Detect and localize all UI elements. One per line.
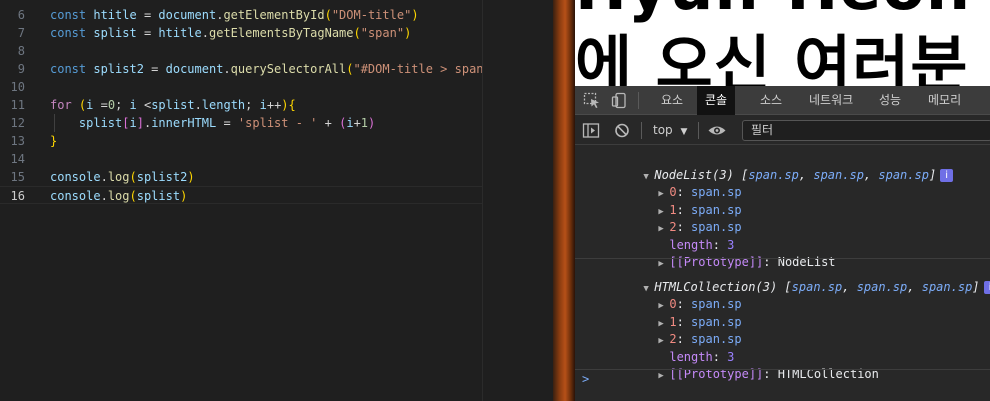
page-heading-line-1: Hyun-Heon Page에	[575, 0, 990, 23]
object-entry[interactable]: ▶ 0: span.sp	[615, 279, 741, 311]
message-separator	[575, 369, 990, 370]
line-number: 9	[17, 62, 25, 76]
console-toolbar: top ▼ 필터	[575, 116, 990, 145]
preview-item: span.sp	[878, 168, 929, 182]
length-entry: length: 3	[669, 237, 735, 252]
object-entry[interactable]: ▶ 1: span.sp	[615, 297, 741, 329]
tab-performance[interactable]: 성능	[871, 86, 909, 115]
tab-separator	[638, 92, 639, 109]
console-output: ▼ NodeList(3) [span.sp, span.sp, span.sp]…	[575, 146, 990, 401]
page-preview: Hyun-Heon Page에 에 오신 여러분	[575, 0, 990, 86]
tab-sources[interactable]: 소스	[752, 86, 790, 115]
code-line[interactable]: 10	[0, 78, 482, 96]
code-line[interactable]: 8	[0, 42, 482, 60]
object-entry[interactable]: ▶ 2: span.sp	[615, 314, 741, 346]
page-heading-line-2: 에 오신 여러분	[575, 28, 969, 87]
code-line[interactable]: 11 for (i =0; i <splist.length; i++){	[0, 96, 482, 114]
preview-item: span.sp	[813, 168, 864, 182]
line-number: 10	[10, 80, 25, 94]
object-entry[interactable]: ▶ 0: span.sp	[615, 167, 741, 199]
editor-empty-area	[483, 0, 553, 401]
console-prompt-input[interactable]: >	[582, 372, 589, 386]
code-text: console.log(splist)	[50, 189, 188, 203]
context-label: top	[653, 123, 673, 137]
toolbar-separator	[698, 122, 699, 139]
prototype-entry[interactable]: ▶ [[Prototype]]: HTMLCollection	[615, 349, 879, 381]
console-object-header[interactable]: ▼ HTMLCollection(3) [span.sp, span.sp, sp…	[600, 262, 990, 294]
code-line[interactable]: 13}	[0, 132, 482, 150]
object-entry[interactable]: ▶ 2: span.sp	[615, 202, 741, 234]
preview-item: span.sp	[748, 168, 799, 182]
line-number: 16	[10, 189, 25, 203]
preview-item: span.sp	[921, 280, 973, 294]
line-number: 6	[17, 8, 25, 22]
code-line[interactable]: 16 console.log(splist)	[0, 186, 482, 204]
toolbar-separator	[641, 122, 642, 139]
panel-divider[interactable]	[553, 0, 575, 401]
length-entry: length: 3	[669, 349, 735, 364]
devtools-tab-bar: 요소 콘솔 소스 네트워크 성능 메모리	[575, 86, 990, 115]
sidebar-toggle-icon[interactable]	[582, 122, 600, 139]
code-text: const splist = htitle.getElementsByTagNa…	[50, 26, 412, 40]
line-number: 12	[10, 116, 25, 130]
line-number: 11	[10, 98, 25, 112]
tab-network[interactable]: 네트워크	[801, 86, 861, 115]
line-number: 13	[10, 134, 25, 148]
preview-item: span.sp	[791, 280, 843, 294]
code-line[interactable]: 14	[0, 150, 482, 168]
line-number: 8	[17, 44, 25, 58]
code-text: const htitle = document.getElementById("…	[50, 8, 419, 22]
tab-elements[interactable]: 요소	[653, 86, 691, 115]
console-filter-input[interactable]: 필터	[742, 120, 990, 141]
line-number: 7	[17, 26, 25, 40]
device-toolbar-icon[interactable]	[611, 92, 629, 109]
devtools-panel: 요소 콘솔 소스 네트워크 성능 메모리 top ▼ 필터 ▼ NodeList(…	[575, 86, 990, 401]
clear-console-icon[interactable]	[613, 122, 631, 139]
code-line[interactable]: 6 const htitle = document.getElementById(…	[0, 6, 482, 24]
code-text: const splist2 = document.querySelectorAl…	[50, 62, 484, 76]
inspect-element-icon[interactable]	[583, 92, 601, 109]
tab-memory[interactable]: 메모리	[920, 86, 969, 115]
prototype-entry[interactable]: ▶ [[Prototype]]: NodeList	[615, 237, 835, 269]
code-editor[interactable]: 6 const htitle = document.getElementById(…	[0, 0, 553, 401]
code-line[interactable]: 7 const splist = htitle.getElementsByTagN…	[0, 24, 482, 42]
collapsed-triangle-icon[interactable]: ▶	[658, 368, 669, 385]
message-separator	[575, 258, 990, 259]
object-entry[interactable]: ▶ 1: span.sp	[615, 185, 741, 217]
console-object-header[interactable]: ▼ NodeList(3) [span.sp, span.sp, span.sp]…	[600, 150, 954, 182]
code-text: console.log(splist2)	[50, 170, 195, 184]
eye-icon[interactable]	[707, 122, 727, 139]
code-line[interactable]: 15 console.log(splist2)	[0, 168, 482, 186]
info-icon[interactable]: i	[940, 169, 954, 182]
line-number: 14	[10, 152, 25, 166]
code-text: for (i =0; i <splist.length; i++){	[50, 98, 296, 112]
code-text: }	[50, 134, 58, 148]
code-text: splist[i].innerHTML = 'splist - ' + (i+1…	[78, 116, 376, 130]
context-selector[interactable]: top ▼	[653, 116, 687, 145]
tab-console[interactable]: 콘솔	[697, 86, 736, 115]
code-line[interactable]: 12 splist[i].innerHTML = 'splist - ' + (…	[0, 114, 482, 132]
info-icon[interactable]: i	[983, 281, 990, 294]
line-number: 15	[10, 170, 25, 184]
chevron-down-icon: ▼	[680, 127, 688, 137]
code-line[interactable]: 9 const splist2 = document.querySelectorA…	[0, 60, 484, 78]
preview-item: span.sp	[856, 280, 908, 294]
